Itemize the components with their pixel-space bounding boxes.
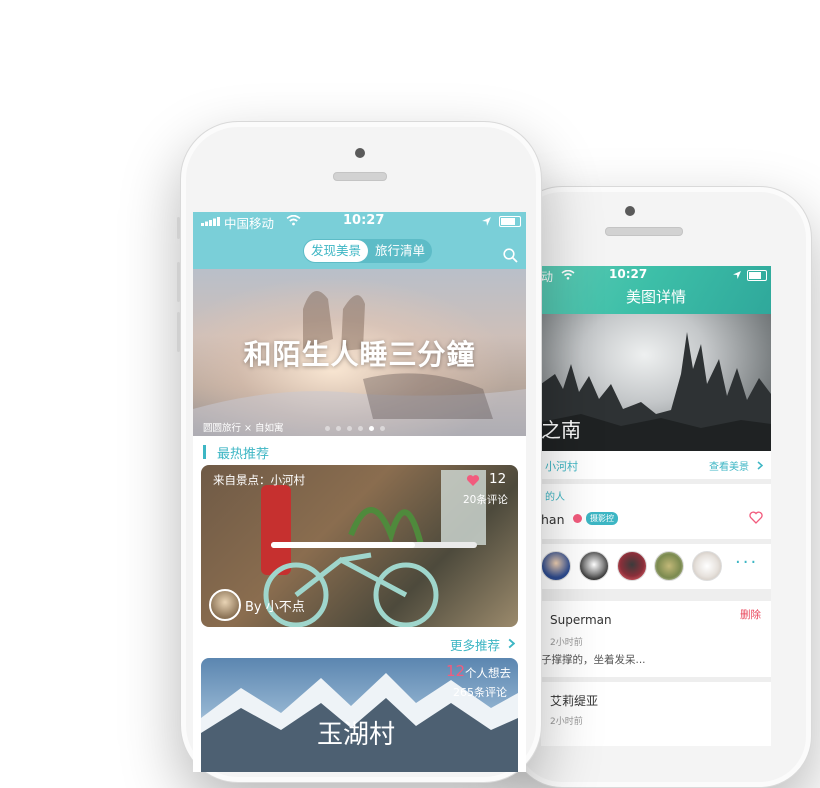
banner-credit: 圆圆旅行 × 自如寓 <box>203 423 284 434</box>
page-dot[interactable] <box>347 426 352 431</box>
delete-button[interactable]: 删除 <box>740 607 761 622</box>
author-label: By 小不点 <box>245 600 305 615</box>
page-dot[interactable] <box>325 426 330 431</box>
location-row: 小河村 查看美景 <box>541 451 771 479</box>
back-speaker <box>605 227 683 236</box>
progress-track <box>271 542 477 548</box>
view-scenery-link[interactable]: 查看美景 <box>709 458 749 473</box>
gender-icon <box>573 514 582 523</box>
page-dot[interactable] <box>358 426 363 431</box>
wifi-icon <box>286 215 301 226</box>
battery-icon <box>747 270 767 281</box>
banner-title: 和陌生人睡三分鐘 <box>243 338 476 371</box>
superman-avatar[interactable] <box>541 551 571 581</box>
location-arrow-icon <box>482 217 491 226</box>
signal-icon <box>201 217 220 226</box>
comment-author[interactable]: 艾莉缇亚 <box>550 692 598 709</box>
divider <box>541 589 771 601</box>
more-recommendations-link[interactable]: 更多推荐 <box>450 635 500 654</box>
front-time: 10:27 <box>343 213 385 228</box>
comment-count: 265条评论 <box>453 686 507 699</box>
back-screen: 动 10:27 美图详情 之南 小河村 查看美景 的人 han 摄影控 ··· … <box>541 266 771 746</box>
page-dot[interactable] <box>369 426 374 431</box>
volume-up-button <box>177 262 180 302</box>
mute-switch <box>177 217 180 239</box>
page-indicator[interactable] <box>325 426 385 431</box>
tab-travel-list[interactable]: 旅行清单 <box>368 240 432 262</box>
page-dot[interactable] <box>380 426 385 431</box>
heart-icon[interactable] <box>466 474 480 487</box>
page-dot[interactable] <box>336 426 341 431</box>
photo-caption: 之南 <box>541 418 581 442</box>
front-phone-frame: 中国移动 10:27 发现美景 旅行清单 和陌生人睡三分鐘 圆圆旅行 × 自如寓… <box>177 121 542 783</box>
front-screen: 中国移动 10:27 发现美景 旅行清单 和陌生人睡三分鐘 圆圆旅行 × 自如寓… <box>193 212 526 772</box>
back-time: 10:27 <box>609 267 648 281</box>
comment-item: 艾莉缇亚 2小时前 <box>541 682 771 746</box>
beard-avatar[interactable] <box>692 551 722 581</box>
volume-down-button <box>177 312 180 352</box>
detail-header: 动 10:27 美图详情 <box>541 266 771 314</box>
comment-count: 20条评论 <box>463 494 508 506</box>
card2-title: 玉湖村 <box>317 720 396 750</box>
helmet-avatar[interactable] <box>617 551 647 581</box>
liked-by-section: 的人 han 摄影控 <box>541 484 771 539</box>
tab-switcher: 发现美景 旅行清单 <box>303 239 433 263</box>
location-arrow-icon <box>733 271 741 279</box>
source-label: 来自景点：小河村 <box>213 473 305 487</box>
chevron-right-icon <box>757 461 763 470</box>
comment-time: 2小时前 <box>550 638 583 648</box>
featured-card[interactable]: 来自景点：小河村 12 20条评论 By 小不点 <box>201 465 518 627</box>
liker-badge: 摄影控 <box>586 512 618 525</box>
like-count: 12 <box>489 471 507 487</box>
carrier: 中国移动 <box>224 216 275 231</box>
front-camera <box>355 148 365 158</box>
avatar-row: ··· <box>541 544 771 589</box>
want-label: 个人想去 <box>465 666 511 680</box>
back-camera <box>625 206 635 216</box>
want-count: 12 <box>446 662 466 680</box>
liked-header: 的人 <box>545 492 565 503</box>
progress-fill <box>271 542 416 548</box>
detail-title: 美图详情 <box>625 288 686 306</box>
yoda-avatar[interactable] <box>654 551 684 581</box>
tab-discover[interactable]: 发现美景 <box>304 240 369 262</box>
section-title: 最热推荐 <box>217 447 270 462</box>
second-card[interactable]: 12 个人想去 265条评论 玉湖村 <box>201 658 518 772</box>
liker-name[interactable]: han <box>541 512 565 527</box>
wifi-icon <box>561 270 575 280</box>
front-speaker <box>333 172 387 181</box>
hero-banner[interactable]: 和陌生人睡三分鐘 圆圆旅行 × 自如寓 <box>193 269 526 436</box>
detail-photo[interactable]: 之南 <box>541 314 771 451</box>
comment-text: 子撑撑的，坐着发呆... <box>541 654 646 666</box>
comment-item: Superman 删除 2小时前 子撑撑的，坐着发呆... <box>541 601 771 677</box>
comment-author[interactable]: Superman <box>550 613 612 627</box>
section-marker <box>203 445 206 459</box>
comment-time: 2小时前 <box>550 717 583 727</box>
battery-icon <box>499 216 521 227</box>
heart-outline-icon[interactable] <box>749 511 763 524</box>
location-name[interactable]: 小河村 <box>545 458 578 474</box>
chevron-right-icon <box>508 638 515 649</box>
back-phone-frame: 动 10:27 美图详情 之南 小河村 查看美景 的人 han 摄影控 ··· … <box>510 186 812 788</box>
search-icon[interactable] <box>503 248 518 263</box>
status-bar: 中国移动 10:27 <box>193 212 526 232</box>
author-avatar[interactable] <box>209 589 241 621</box>
more-avatars-icon[interactable]: ··· <box>735 552 758 573</box>
skull-avatar[interactable] <box>579 551 609 581</box>
signal-text: 动 <box>541 270 554 284</box>
